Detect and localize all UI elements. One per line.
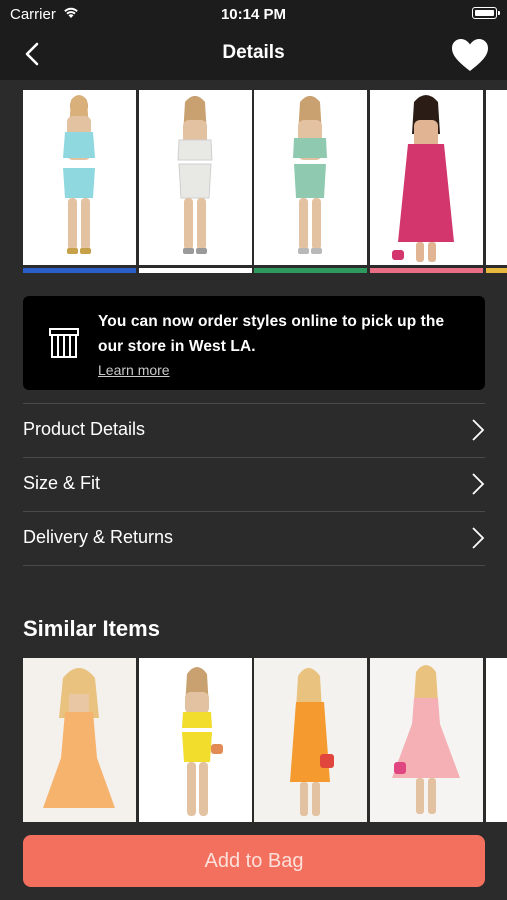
dress-photo xyxy=(254,90,367,265)
store-pickup-banner: You can now order styles online to pick … xyxy=(23,296,485,390)
dress-photo xyxy=(139,90,252,265)
gallery-thumbnail[interactable] xyxy=(370,90,483,273)
heart-icon[interactable] xyxy=(451,38,489,72)
size-fit-row[interactable]: Size & Fit xyxy=(23,457,485,511)
chevron-right-icon xyxy=(471,472,485,496)
similar-item-card[interactable] xyxy=(139,658,252,822)
top-nav-bar: Details xyxy=(0,28,507,80)
color-swatch-bar xyxy=(23,268,136,273)
similar-item-card[interactable] xyxy=(370,658,483,822)
chevron-right-icon xyxy=(471,418,485,442)
similar-item-card[interactable] xyxy=(254,658,367,822)
banner-message: You can now order styles online to pick … xyxy=(98,313,445,355)
status-bar: Carrier 10:14 PM xyxy=(0,0,507,28)
gallery-thumbnail[interactable] xyxy=(23,90,136,273)
color-swatch-bar xyxy=(370,268,483,273)
page-title: Details xyxy=(222,42,285,63)
dress-photo xyxy=(486,90,507,265)
color-swatch-bar xyxy=(486,268,507,273)
similar-item-card[interactable] xyxy=(486,658,507,822)
color-swatch-bar xyxy=(139,268,252,273)
chevron-right-icon xyxy=(471,526,485,550)
delivery-returns-row[interactable]: Delivery & Returns xyxy=(23,511,485,566)
gallery-thumbnail[interactable] xyxy=(486,90,507,273)
battery-icon xyxy=(472,7,500,19)
row-label: Size & Fit xyxy=(23,473,101,493)
row-label: Product Details xyxy=(23,419,146,439)
store-icon xyxy=(48,326,80,360)
row-label: Delivery & Returns xyxy=(23,527,174,547)
dress-photo xyxy=(370,90,483,265)
clock: 10:14 PM xyxy=(220,6,287,23)
product-image-gallery[interactable] xyxy=(0,90,507,273)
dress-photo xyxy=(23,90,136,265)
similar-item-card[interactable] xyxy=(23,658,136,822)
similar-items-carousel[interactable] xyxy=(0,658,507,822)
gallery-thumbnail[interactable] xyxy=(139,90,252,273)
add-to-bag-button[interactable]: Add to Bag xyxy=(23,835,485,887)
info-rows: Product Details Size & Fit Delivery & Re… xyxy=(23,403,485,566)
similar-items-heading: Similar Items xyxy=(23,616,160,641)
learn-more-link[interactable]: Learn more xyxy=(98,362,170,378)
color-swatch-bar xyxy=(254,268,367,273)
gallery-thumbnail[interactable] xyxy=(254,90,367,273)
product-details-row[interactable]: Product Details xyxy=(23,403,485,457)
